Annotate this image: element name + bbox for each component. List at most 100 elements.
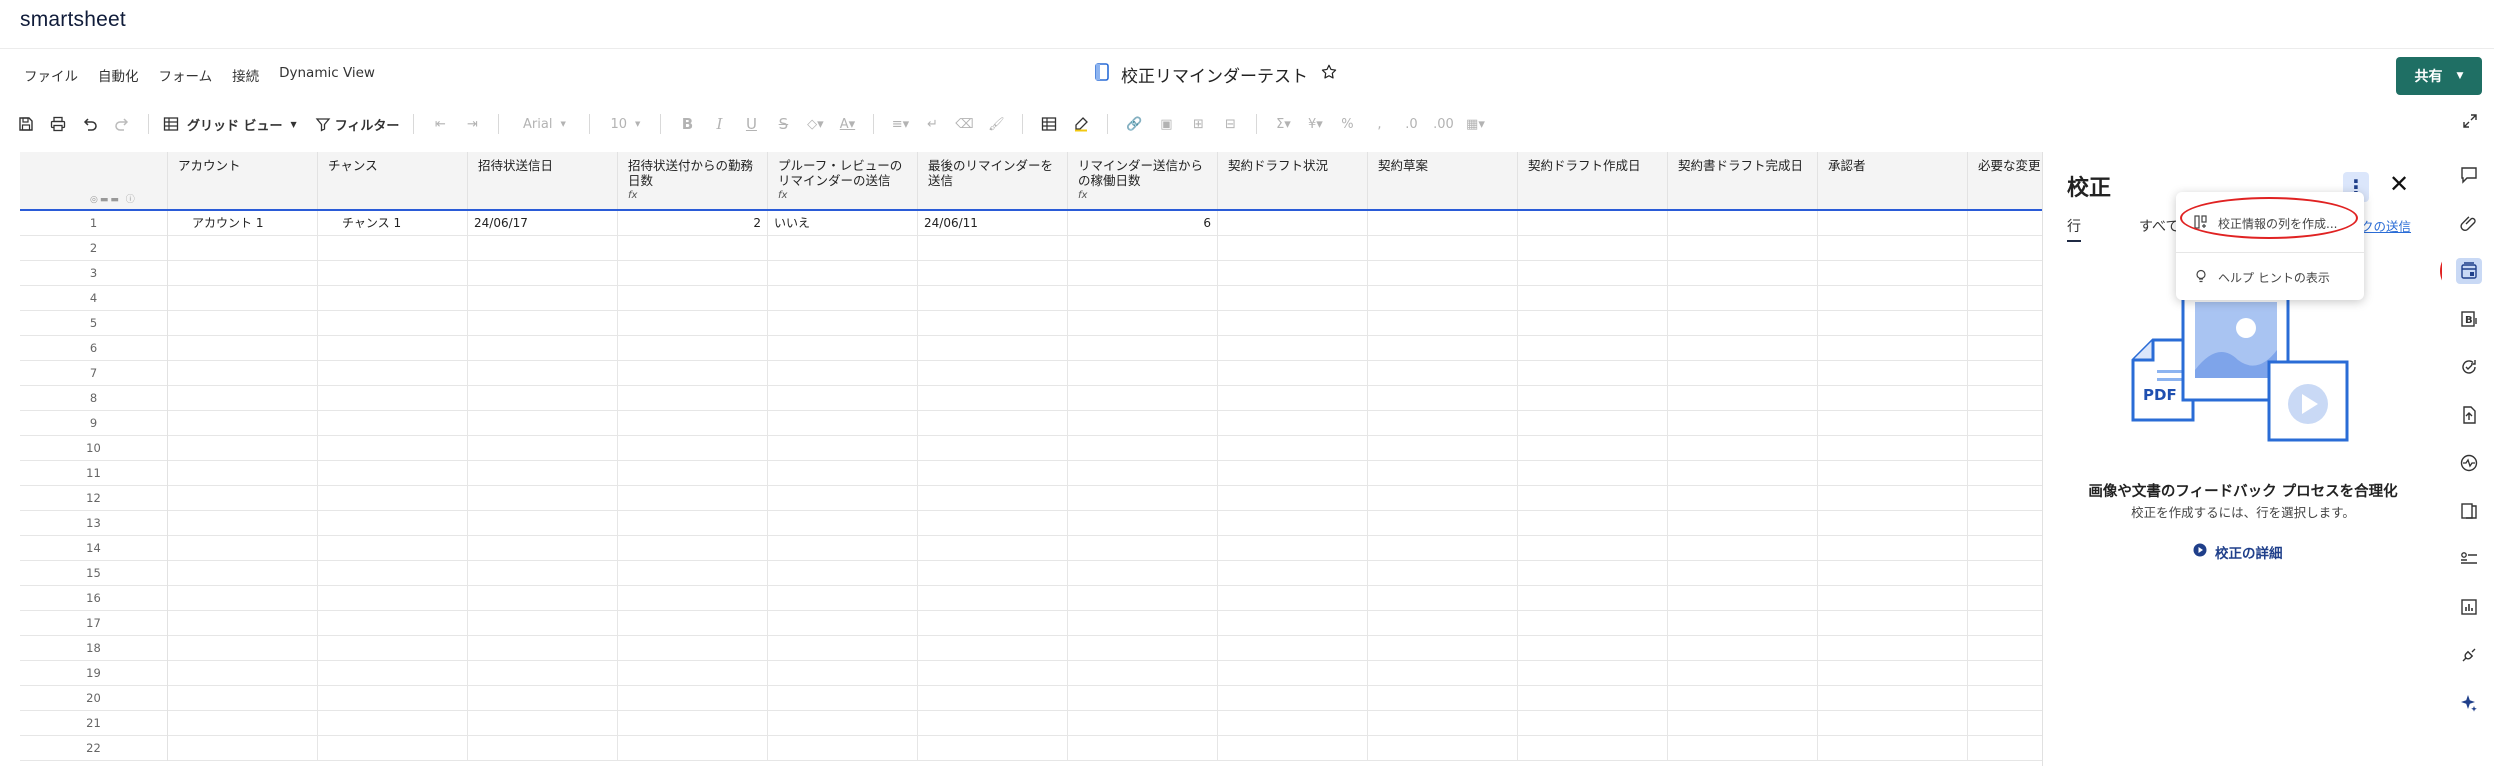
grid-cell[interactable] [168, 561, 318, 586]
column-header[interactable]: 契約ドラフト作成日 [1518, 152, 1668, 209]
grid-cell[interactable] [1218, 361, 1368, 386]
grid-cell[interactable] [168, 586, 318, 611]
column-header[interactable]: チャンス [318, 152, 468, 209]
column-header[interactable]: アカウント [168, 152, 318, 209]
row-number[interactable]: 4 [20, 286, 168, 311]
grid-cell[interactable] [1518, 536, 1668, 561]
grid-cell[interactable] [1668, 486, 1818, 511]
grid-cell[interactable] [768, 736, 918, 761]
row-number[interactable]: 14 [20, 536, 168, 561]
grid-cell[interactable]: 6 [1068, 211, 1218, 236]
grid-cell[interactable] [1968, 261, 2042, 286]
grid-cell[interactable] [1668, 536, 1818, 561]
column-header[interactable]: 必要な変更 [1968, 152, 2042, 209]
update-requests-icon[interactable] [2456, 354, 2482, 380]
grid-cell[interactable] [768, 311, 918, 336]
grid-cell[interactable] [1818, 311, 1968, 336]
grid-cell[interactable] [768, 461, 918, 486]
grid-cell[interactable] [1068, 311, 1218, 336]
grid-cell[interactable] [1668, 611, 1818, 636]
grid-cell[interactable] [1518, 711, 1668, 736]
grid-cell[interactable] [1518, 661, 1668, 686]
currency-icon[interactable]: ¥▾ [1299, 111, 1331, 137]
menu-file[interactable]: ファイル [24, 65, 78, 85]
row-number[interactable]: 5 [20, 311, 168, 336]
table-row[interactable]: 20 [20, 686, 2042, 711]
grid-cell[interactable] [768, 536, 918, 561]
grid-cell[interactable] [1068, 511, 1218, 536]
grid-cell[interactable] [1218, 461, 1368, 486]
grid-cell[interactable] [1368, 411, 1518, 436]
column-header[interactable]: 承認者 [1818, 152, 1968, 209]
grid-cell[interactable] [1668, 711, 1818, 736]
grid-cell[interactable] [1668, 661, 1818, 686]
column-header[interactable]: 契約ドラフト状況 [1218, 152, 1368, 209]
grid-cell[interactable] [1518, 561, 1668, 586]
brandfolder-icon[interactable]: B [2456, 306, 2482, 332]
grid-cell[interactable] [468, 361, 618, 386]
grid-cell[interactable] [1068, 561, 1218, 586]
grid-cell[interactable] [1218, 486, 1368, 511]
grid-cell[interactable] [768, 361, 918, 386]
grid-cell[interactable] [1068, 336, 1218, 361]
grid-cell[interactable] [1218, 736, 1368, 761]
integrations-icon[interactable] [2456, 642, 2482, 668]
grid-cell[interactable] [918, 511, 1068, 536]
grid-cell[interactable] [1218, 411, 1368, 436]
table-row[interactable]: 9 [20, 411, 2042, 436]
table-row[interactable]: 3 [20, 261, 2042, 286]
grid-cell[interactable] [918, 611, 1068, 636]
document-title[interactable]: 校正リマインダーテスト [1121, 62, 1308, 87]
grid-cell[interactable] [918, 436, 1068, 461]
expand-icon[interactable] [2462, 113, 2478, 133]
table-row[interactable]: 19 [20, 661, 2042, 686]
grid-cell[interactable] [1518, 436, 1668, 461]
table-row[interactable]: 13 [20, 511, 2042, 536]
bold-icon[interactable]: B [671, 111, 703, 137]
grid-cell[interactable] [1818, 736, 1968, 761]
table-row[interactable]: 7 [20, 361, 2042, 386]
grid-cell[interactable] [318, 636, 468, 661]
grid-cell[interactable] [1818, 486, 1968, 511]
grid-cell[interactable] [618, 686, 768, 711]
table-row[interactable]: 21 [20, 711, 2042, 736]
grid-cell[interactable] [1668, 286, 1818, 311]
grid-cell[interactable] [1068, 236, 1218, 261]
grid-cell[interactable] [918, 261, 1068, 286]
grid-cell[interactable] [918, 536, 1068, 561]
grid-cell[interactable] [1968, 636, 2042, 661]
grid-cell[interactable] [1368, 711, 1518, 736]
grid-cell[interactable] [1068, 686, 1218, 711]
table-row[interactable]: 15 [20, 561, 2042, 586]
row-number[interactable]: 13 [20, 511, 168, 536]
grid-cell[interactable] [168, 661, 318, 686]
grid-cell[interactable] [768, 286, 918, 311]
grid-cell[interactable] [168, 236, 318, 261]
grid-cell[interactable] [468, 536, 618, 561]
grid-cell[interactable] [318, 286, 468, 311]
grid-cell[interactable] [1968, 236, 2042, 261]
grid-cell[interactable] [618, 311, 768, 336]
redo-icon[interactable] [106, 111, 138, 137]
star-icon[interactable] [1320, 63, 1338, 86]
grid-cell[interactable] [1818, 586, 1968, 611]
row-number[interactable]: 2 [20, 236, 168, 261]
grid-cell[interactable] [318, 661, 468, 686]
grid-cell[interactable] [1968, 411, 2042, 436]
grid-cell[interactable] [1968, 686, 2042, 711]
grid-cell[interactable] [1518, 611, 1668, 636]
grid-cell[interactable] [1368, 561, 1518, 586]
grid-cell[interactable] [1368, 386, 1518, 411]
grid-cell[interactable] [1518, 336, 1668, 361]
row-number[interactable]: 10 [20, 436, 168, 461]
grid-cell[interactable] [1968, 536, 2042, 561]
grid-cell[interactable] [1968, 736, 2042, 761]
table-row[interactable]: 8 [20, 386, 2042, 411]
grid-cell[interactable] [618, 261, 768, 286]
grid-cell[interactable]: 24/06/17 [468, 211, 618, 236]
sheet-summary-icon[interactable] [2456, 498, 2482, 524]
row-number[interactable]: 18 [20, 636, 168, 661]
row-number[interactable]: 19 [20, 661, 168, 686]
row-number[interactable]: 8 [20, 386, 168, 411]
grid-cell[interactable] [1968, 361, 2042, 386]
